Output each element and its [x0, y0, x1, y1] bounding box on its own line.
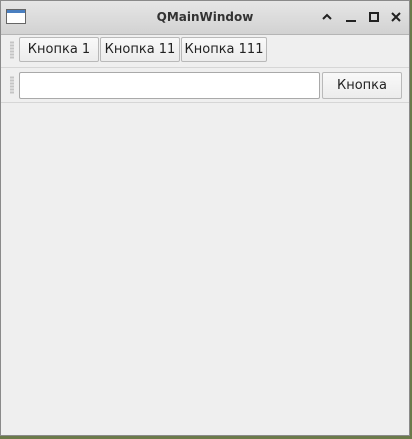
- close-icon[interactable]: [388, 9, 404, 25]
- title-bar[interactable]: QMainWindow: [1, 1, 409, 35]
- button-11[interactable]: Кнопка 11: [100, 37, 180, 62]
- main-window: QMainWindow Кнопка 1 Кнопка 11 Кнопка 11…: [0, 0, 410, 436]
- toolbar-grip-handle[interactable]: [10, 76, 14, 94]
- button-1[interactable]: Кнопка 1: [19, 37, 99, 62]
- button-111[interactable]: Кнопка 111: [181, 37, 267, 62]
- text-input-field[interactable]: [19, 72, 320, 99]
- toolbar-divider: [1, 67, 409, 68]
- submit-button[interactable]: Кнопка: [322, 72, 402, 99]
- shade-icon[interactable]: [319, 9, 335, 25]
- toolbar-input: Кнопка: [1, 69, 409, 101]
- central-widget: [1, 103, 409, 435]
- minimize-icon[interactable]: [343, 9, 359, 25]
- toolbar-grip-handle[interactable]: [10, 41, 14, 59]
- maximize-icon[interactable]: [366, 9, 382, 25]
- toolbar-buttons: Кнопка 1 Кнопка 11 Кнопка 111: [1, 34, 409, 66]
